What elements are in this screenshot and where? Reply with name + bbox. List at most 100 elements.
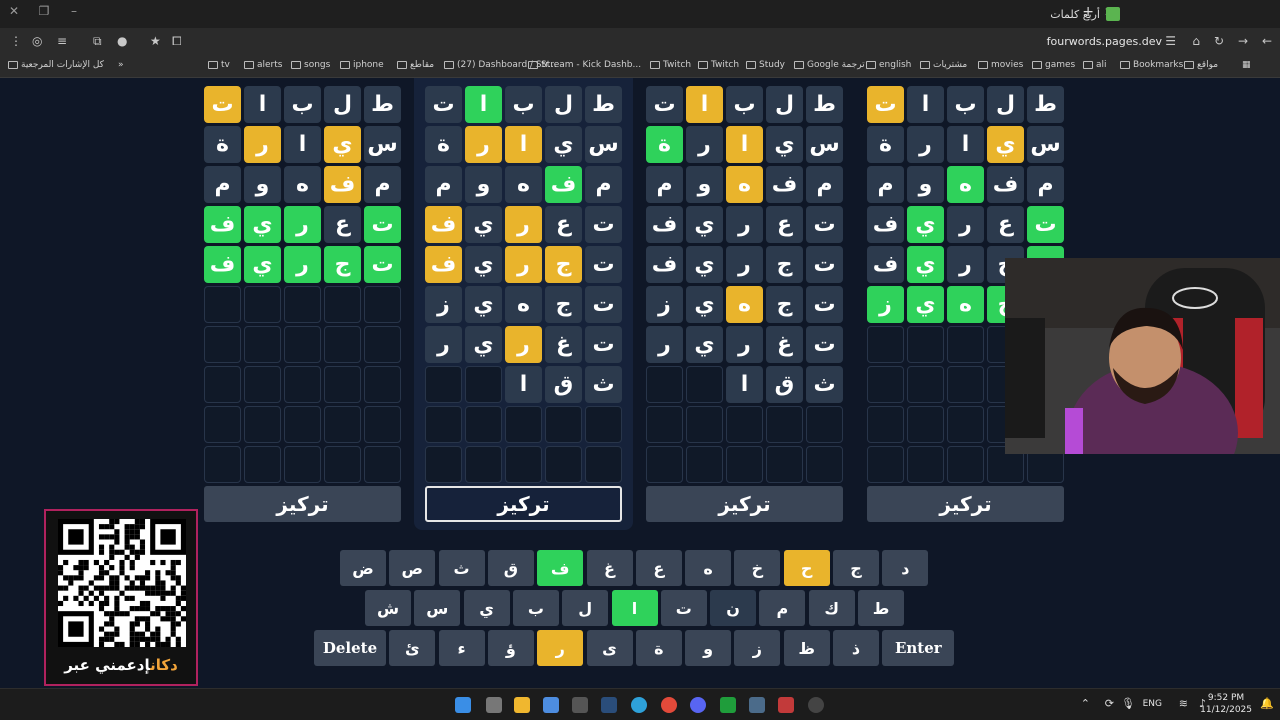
letter-key[interactable]: ى: [586, 630, 633, 666]
bookmark-item[interactable]: songs: [291, 60, 330, 70]
letter-key[interactable]: غ: [586, 550, 633, 586]
steam-icon[interactable]: [601, 697, 617, 713]
bookmark-item[interactable]: english: [866, 60, 911, 70]
settings-icon[interactable]: [808, 697, 824, 713]
letter-key[interactable]: د: [882, 550, 929, 586]
letter-key[interactable]: ه: [685, 550, 732, 586]
menu-icon[interactable]: ⋮: [10, 34, 22, 48]
letter-key[interactable]: ش: [365, 590, 411, 626]
letter-key[interactable]: ع: [635, 550, 682, 586]
xbox-icon[interactable]: [720, 697, 736, 713]
letter-key[interactable]: ج: [833, 550, 879, 586]
calculator-icon[interactable]: [572, 697, 588, 713]
chrome-icon[interactable]: [661, 697, 677, 713]
letter-key[interactable]: ظ: [783, 630, 830, 666]
letter-key[interactable]: ط: [858, 590, 904, 626]
obs-icon[interactable]: [778, 697, 794, 713]
app-icon[interactable]: [749, 697, 765, 713]
letter-key[interactable]: ن: [710, 590, 757, 626]
folder-icon: [340, 61, 350, 69]
letter-key[interactable]: ء: [438, 630, 485, 666]
focus-button[interactable]: تركيز: [646, 486, 843, 522]
edge-icon[interactable]: [631, 697, 647, 713]
bookmark-item[interactable]: مواقع: [1184, 60, 1218, 70]
letter-key[interactable]: ا: [611, 590, 658, 626]
focus-button[interactable]: تركيز: [425, 486, 622, 522]
focus-button[interactable]: تركيز: [204, 486, 401, 522]
focus-button[interactable]: تركيز: [867, 486, 1064, 522]
letter-key[interactable]: و: [685, 630, 732, 666]
letter-key[interactable]: ل: [562, 590, 609, 626]
more-bookmarks-icon[interactable]: »: [118, 60, 124, 70]
minimize-window-icon[interactable]: –: [64, 4, 84, 18]
letter-key[interactable]: ئ: [389, 630, 436, 666]
extension-icon[interactable]: ●: [117, 34, 127, 48]
letter-key[interactable]: خ: [734, 550, 781, 586]
bookmark-item[interactable]: Study: [746, 60, 785, 70]
letter-key[interactable]: ص: [389, 550, 436, 586]
site-settings-icon[interactable]: ☰: [1165, 34, 1176, 48]
delete-key[interactable]: Delete: [314, 630, 386, 666]
enter-key[interactable]: Enter: [882, 630, 955, 666]
reload-icon[interactable]: ↻: [1214, 34, 1224, 48]
notifications-icon[interactable]: 🔔: [1260, 697, 1274, 710]
bookmark-item[interactable]: iphone: [340, 60, 384, 70]
letter-key[interactable]: ي: [463, 590, 510, 626]
show-hidden-icon[interactable]: ⌃: [1081, 697, 1090, 710]
bookmark-star-icon[interactable]: ★: [150, 34, 161, 48]
sync-icon[interactable]: ⟳: [1105, 697, 1114, 710]
apps-grid-icon[interactable]: ▦: [1242, 60, 1251, 70]
letter-key[interactable]: ح: [783, 550, 830, 586]
close-window-icon[interactable]: ✕: [4, 4, 24, 18]
letter-key[interactable]: ب: [512, 590, 559, 626]
wifi-icon[interactable]: ≋: [1179, 697, 1188, 710]
bookmark-item[interactable]: Twitch: [698, 60, 739, 70]
letter-key[interactable]: ث: [438, 550, 485, 586]
bookmark-item[interactable]: games: [1032, 60, 1075, 70]
restore-window-icon[interactable]: ❐: [34, 4, 54, 18]
letter-key[interactable]: ؤ: [487, 630, 534, 666]
language-indicator[interactable]: ENG: [1143, 699, 1162, 709]
bookmark-item[interactable]: Bookmarks: [1120, 60, 1183, 70]
letter-key[interactable]: س: [414, 590, 461, 626]
bookmark-item[interactable]: Google ترجمة: [794, 60, 865, 70]
letter-key[interactable]: ر: [537, 630, 584, 666]
home-icon[interactable]: ⌂: [1192, 34, 1200, 48]
bookmark-item[interactable]: tv: [208, 60, 230, 70]
tab-fourwords[interactable]: أربع كلمات: [980, 3, 1120, 25]
bookmark-item[interactable]: مقاطع: [397, 60, 434, 70]
reading-list-icon[interactable]: ≡: [57, 34, 67, 48]
back-icon[interactable]: ←: [1262, 34, 1272, 48]
file-explorer-icon[interactable]: [514, 697, 530, 713]
letter-key[interactable]: ك: [808, 590, 855, 626]
bookmark-item[interactable]: كل الإشارات المرجعية: [8, 60, 104, 70]
letter-key[interactable]: ق: [487, 550, 534, 586]
forward-icon[interactable]: →: [1238, 34, 1248, 48]
bookmark-item[interactable]: ali: [1083, 60, 1107, 70]
profile-icon[interactable]: ◎: [32, 34, 42, 48]
letter-key[interactable]: ذ: [833, 630, 879, 666]
microphone-icon[interactable]: 🎙: [1121, 697, 1135, 710]
letter-key[interactable]: ف: [537, 550, 584, 586]
address-bar-url[interactable]: fourwords.pages.dev: [1047, 35, 1162, 48]
board-cell: س: [806, 126, 843, 163]
bookmark-item[interactable]: Twitch: [650, 60, 691, 70]
store-icon[interactable]: [543, 697, 559, 713]
task-view-icon[interactable]: [486, 697, 502, 713]
letter-key[interactable]: م: [759, 590, 806, 626]
qr-support-panel[interactable]: دكانإدعمني عبر: [44, 509, 198, 686]
system-clock[interactable]: 9:52 PM 11/12/2025: [1200, 692, 1252, 716]
bookmark-item[interactable]: مشتريات: [920, 60, 967, 70]
letter-key[interactable]: ة: [635, 630, 682, 666]
bookmark-item[interactable]: Stream - Kick Dashb...: [528, 60, 641, 70]
start-menu-icon[interactable]: [455, 697, 471, 713]
bookmark-item[interactable]: alerts: [244, 60, 282, 70]
letter-key[interactable]: ض: [340, 550, 386, 586]
bookmark-item[interactable]: movies: [978, 60, 1023, 70]
board-cell: ز: [867, 286, 904, 323]
discord-icon[interactable]: [690, 697, 706, 713]
letter-key[interactable]: ت: [660, 590, 707, 626]
extensions-icon[interactable]: ⧉: [93, 34, 102, 49]
share-icon[interactable]: ⧠: [172, 34, 182, 49]
letter-key[interactable]: ز: [734, 630, 781, 666]
